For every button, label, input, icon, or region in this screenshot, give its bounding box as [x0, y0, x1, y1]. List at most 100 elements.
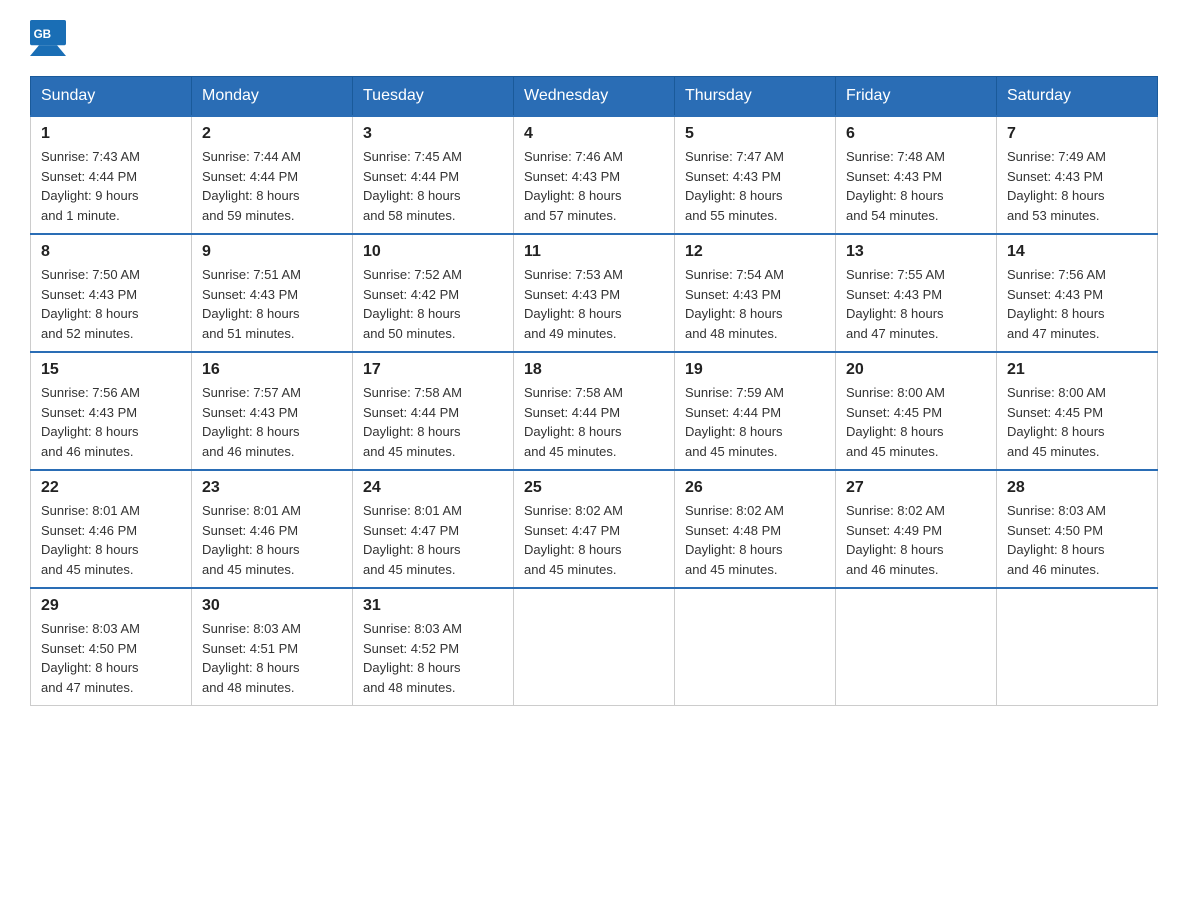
day-number: 26: [685, 479, 825, 497]
day-number: 30: [202, 597, 342, 615]
day-info: Sunrise: 8:03 AMSunset: 4:50 PMDaylight:…: [41, 621, 140, 695]
calendar-week-row: 22 Sunrise: 8:01 AMSunset: 4:46 PMDayligh…: [31, 470, 1158, 588]
calendar-cell: 27 Sunrise: 8:02 AMSunset: 4:49 PMDayligh…: [836, 470, 997, 588]
day-number: 31: [363, 597, 503, 615]
day-number: 28: [1007, 479, 1147, 497]
day-number: 16: [202, 361, 342, 379]
weekday-header-friday: Friday: [836, 77, 997, 117]
day-number: 6: [846, 125, 986, 143]
calendar-cell: [836, 588, 997, 706]
logo: GB: [30, 20, 70, 56]
day-number: 13: [846, 243, 986, 261]
calendar-cell: [675, 588, 836, 706]
calendar-cell: 7 Sunrise: 7:49 AMSunset: 4:43 PMDaylight…: [997, 116, 1158, 234]
day-info: Sunrise: 7:48 AMSunset: 4:43 PMDaylight:…: [846, 149, 945, 223]
weekday-header-thursday: Thursday: [675, 77, 836, 117]
calendar-table: SundayMondayTuesdayWednesdayThursdayFrid…: [30, 76, 1158, 706]
day-number: 15: [41, 361, 181, 379]
logo-icon: GB: [30, 20, 66, 56]
day-number: 3: [363, 125, 503, 143]
day-number: 12: [685, 243, 825, 261]
day-number: 24: [363, 479, 503, 497]
day-info: Sunrise: 7:57 AMSunset: 4:43 PMDaylight:…: [202, 385, 301, 459]
calendar-cell: 19 Sunrise: 7:59 AMSunset: 4:44 PMDayligh…: [675, 352, 836, 470]
day-info: Sunrise: 8:01 AMSunset: 4:46 PMDaylight:…: [202, 503, 301, 577]
day-number: 2: [202, 125, 342, 143]
day-number: 7: [1007, 125, 1147, 143]
calendar-cell: 24 Sunrise: 8:01 AMSunset: 4:47 PMDayligh…: [353, 470, 514, 588]
calendar-cell: [514, 588, 675, 706]
calendar-cell: 13Sunrise: 7:55 AMSunset: 4:43 PMDayligh…: [836, 234, 997, 352]
day-number: 14: [1007, 243, 1147, 261]
day-number: 21: [1007, 361, 1147, 379]
svg-text:GB: GB: [34, 28, 52, 41]
calendar-cell: 11 Sunrise: 7:53 AMSunset: 4:43 PMDayligh…: [514, 234, 675, 352]
calendar-cell: [997, 588, 1158, 706]
calendar-cell: 9Sunrise: 7:51 AMSunset: 4:43 PMDaylight…: [192, 234, 353, 352]
day-number: 22: [41, 479, 181, 497]
calendar-cell: 1 Sunrise: 7:43 AMSunset: 4:44 PMDaylight…: [31, 116, 192, 234]
calendar-cell: 8 Sunrise: 7:50 AMSunset: 4:43 PMDaylight…: [31, 234, 192, 352]
day-info: Sunrise: 8:03 AMSunset: 4:52 PMDaylight:…: [363, 621, 462, 695]
day-info: Sunrise: 7:47 AMSunset: 4:43 PMDaylight:…: [685, 149, 784, 223]
calendar-cell: 18Sunrise: 7:58 AMSunset: 4:44 PMDayligh…: [514, 352, 675, 470]
day-info: Sunrise: 8:03 AMSunset: 4:51 PMDaylight:…: [202, 621, 301, 695]
day-number: 19: [685, 361, 825, 379]
day-number: 1: [41, 125, 181, 143]
day-info: Sunrise: 7:45 AMSunset: 4:44 PMDaylight:…: [363, 149, 462, 223]
day-info: Sunrise: 7:50 AMSunset: 4:43 PMDaylight:…: [41, 267, 140, 341]
day-info: Sunrise: 7:58 AMSunset: 4:44 PMDaylight:…: [363, 385, 462, 459]
day-number: 4: [524, 125, 664, 143]
day-info: Sunrise: 8:02 AMSunset: 4:48 PMDaylight:…: [685, 503, 784, 577]
calendar-cell: 31 Sunrise: 8:03 AMSunset: 4:52 PMDayligh…: [353, 588, 514, 706]
weekday-header-sunday: Sunday: [31, 77, 192, 117]
calendar-cell: 6 Sunrise: 7:48 AMSunset: 4:43 PMDaylight…: [836, 116, 997, 234]
day-info: Sunrise: 7:51 AMSunset: 4:43 PMDaylight:…: [202, 267, 301, 341]
calendar-cell: 23 Sunrise: 8:01 AMSunset: 4:46 PMDayligh…: [192, 470, 353, 588]
weekday-header-wednesday: Wednesday: [514, 77, 675, 117]
calendar-cell: 10 Sunrise: 7:52 AMSunset: 4:42 PMDayligh…: [353, 234, 514, 352]
day-info: Sunrise: 7:52 AMSunset: 4:42 PMDaylight:…: [363, 267, 462, 341]
calendar-cell: 5Sunrise: 7:47 AMSunset: 4:43 PMDaylight…: [675, 116, 836, 234]
day-info: Sunrise: 7:54 AMSunset: 4:43 PMDaylight:…: [685, 267, 784, 341]
day-number: 27: [846, 479, 986, 497]
calendar-cell: 26 Sunrise: 8:02 AMSunset: 4:48 PMDayligh…: [675, 470, 836, 588]
day-info: Sunrise: 8:01 AMSunset: 4:46 PMDaylight:…: [41, 503, 140, 577]
day-number: 8: [41, 243, 181, 261]
day-info: Sunrise: 7:58 AMSunset: 4:44 PMDaylight:…: [524, 385, 623, 459]
day-info: Sunrise: 7:49 AMSunset: 4:43 PMDaylight:…: [1007, 149, 1106, 223]
calendar-cell: 25 Sunrise: 8:02 AMSunset: 4:47 PMDayligh…: [514, 470, 675, 588]
weekday-header-saturday: Saturday: [997, 77, 1158, 117]
calendar-cell: 4Sunrise: 7:46 AMSunset: 4:43 PMDaylight…: [514, 116, 675, 234]
day-info: Sunrise: 7:59 AMSunset: 4:44 PMDaylight:…: [685, 385, 784, 459]
day-number: 11: [524, 243, 664, 261]
day-info: Sunrise: 7:43 AMSunset: 4:44 PMDaylight:…: [41, 149, 140, 223]
day-info: Sunrise: 7:53 AMSunset: 4:43 PMDaylight:…: [524, 267, 623, 341]
day-info: Sunrise: 8:02 AMSunset: 4:47 PMDaylight:…: [524, 503, 623, 577]
day-info: Sunrise: 7:44 AMSunset: 4:44 PMDaylight:…: [202, 149, 301, 223]
calendar-cell: 14 Sunrise: 7:56 AMSunset: 4:43 PMDayligh…: [997, 234, 1158, 352]
day-number: 23: [202, 479, 342, 497]
calendar-cell: 3 Sunrise: 7:45 AMSunset: 4:44 PMDaylight…: [353, 116, 514, 234]
calendar-cell: 20Sunrise: 8:00 AMSunset: 4:45 PMDayligh…: [836, 352, 997, 470]
calendar-week-row: 1 Sunrise: 7:43 AMSunset: 4:44 PMDaylight…: [31, 116, 1158, 234]
calendar-cell: 21Sunrise: 8:00 AMSunset: 4:45 PMDayligh…: [997, 352, 1158, 470]
day-info: Sunrise: 7:56 AMSunset: 4:43 PMDaylight:…: [41, 385, 140, 459]
calendar-cell: 22 Sunrise: 8:01 AMSunset: 4:46 PMDayligh…: [31, 470, 192, 588]
day-number: 10: [363, 243, 503, 261]
calendar-cell: 2 Sunrise: 7:44 AMSunset: 4:44 PMDaylight…: [192, 116, 353, 234]
weekday-header-tuesday: Tuesday: [353, 77, 514, 117]
day-info: Sunrise: 8:00 AMSunset: 4:45 PMDaylight:…: [846, 385, 945, 459]
weekday-header-monday: Monday: [192, 77, 353, 117]
calendar-week-row: 8 Sunrise: 7:50 AMSunset: 4:43 PMDaylight…: [31, 234, 1158, 352]
day-number: 17: [363, 361, 503, 379]
day-number: 29: [41, 597, 181, 615]
calendar-week-row: 15 Sunrise: 7:56 AMSunset: 4:43 PMDayligh…: [31, 352, 1158, 470]
calendar-cell: 29 Sunrise: 8:03 AMSunset: 4:50 PMDayligh…: [31, 588, 192, 706]
calendar-week-row: 29 Sunrise: 8:03 AMSunset: 4:50 PMDayligh…: [31, 588, 1158, 706]
day-number: 25: [524, 479, 664, 497]
calendar-cell: 12 Sunrise: 7:54 AMSunset: 4:43 PMDayligh…: [675, 234, 836, 352]
day-info: Sunrise: 8:01 AMSunset: 4:47 PMDaylight:…: [363, 503, 462, 577]
day-info: Sunrise: 7:56 AMSunset: 4:43 PMDaylight:…: [1007, 267, 1106, 341]
day-info: Sunrise: 8:02 AMSunset: 4:49 PMDaylight:…: [846, 503, 945, 577]
